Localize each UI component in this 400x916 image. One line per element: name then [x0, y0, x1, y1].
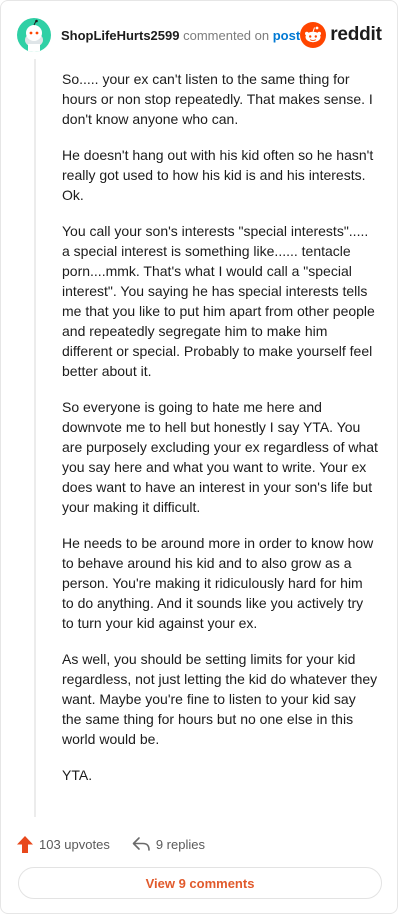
comment-paragraph: So everyone is going to hate me here and…	[62, 399, 378, 515]
action-text: commented on	[183, 27, 270, 43]
comment-paragraph: You call your son's interests "special i…	[62, 223, 375, 379]
comment-paragraph: He doesn't hang out with his kid often s…	[62, 147, 374, 203]
comment-paragraph: He needs to be around more in order to k…	[62, 535, 374, 631]
reddit-logo[interactable]: reddit	[300, 22, 382, 48]
comment-paragraph: As well, you should be setting limits fo…	[62, 651, 378, 747]
upvote-button[interactable]: 103 upvotes	[17, 835, 110, 853]
reply-arrow-icon	[132, 837, 150, 851]
replies-count: 9 replies	[155, 836, 205, 852]
comment-body: So..... your ex can't listen to the same…	[62, 69, 378, 801]
snoo-avatar-icon	[25, 19, 43, 52]
comment-meta: ShopLifeHurts2599 commented on post	[61, 28, 300, 43]
username-link[interactable]: ShopLifeHurts2599	[61, 28, 179, 43]
view-comments-button[interactable]: View 9 comments	[18, 867, 382, 899]
comment-card: ShopLifeHurts2599 commented on post redd…	[0, 0, 398, 914]
post-link[interactable]: post	[273, 28, 300, 43]
avatar[interactable]	[17, 18, 51, 52]
thread-line[interactable]	[34, 59, 36, 817]
reddit-wordmark: reddit	[330, 24, 382, 45]
upvote-count: 103 upvotes	[39, 836, 110, 852]
comment-paragraph: YTA.	[62, 767, 93, 783]
comment-footer: 103 upvotes 9 replies	[17, 832, 205, 856]
upvote-arrow-icon	[17, 835, 33, 853]
comment-paragraph: So..... your ex can't listen to the same…	[62, 71, 373, 127]
reddit-snoo-icon	[300, 22, 327, 48]
replies-button[interactable]: 9 replies	[132, 836, 205, 852]
comment-header: ShopLifeHurts2599 commented on post redd…	[17, 17, 382, 53]
